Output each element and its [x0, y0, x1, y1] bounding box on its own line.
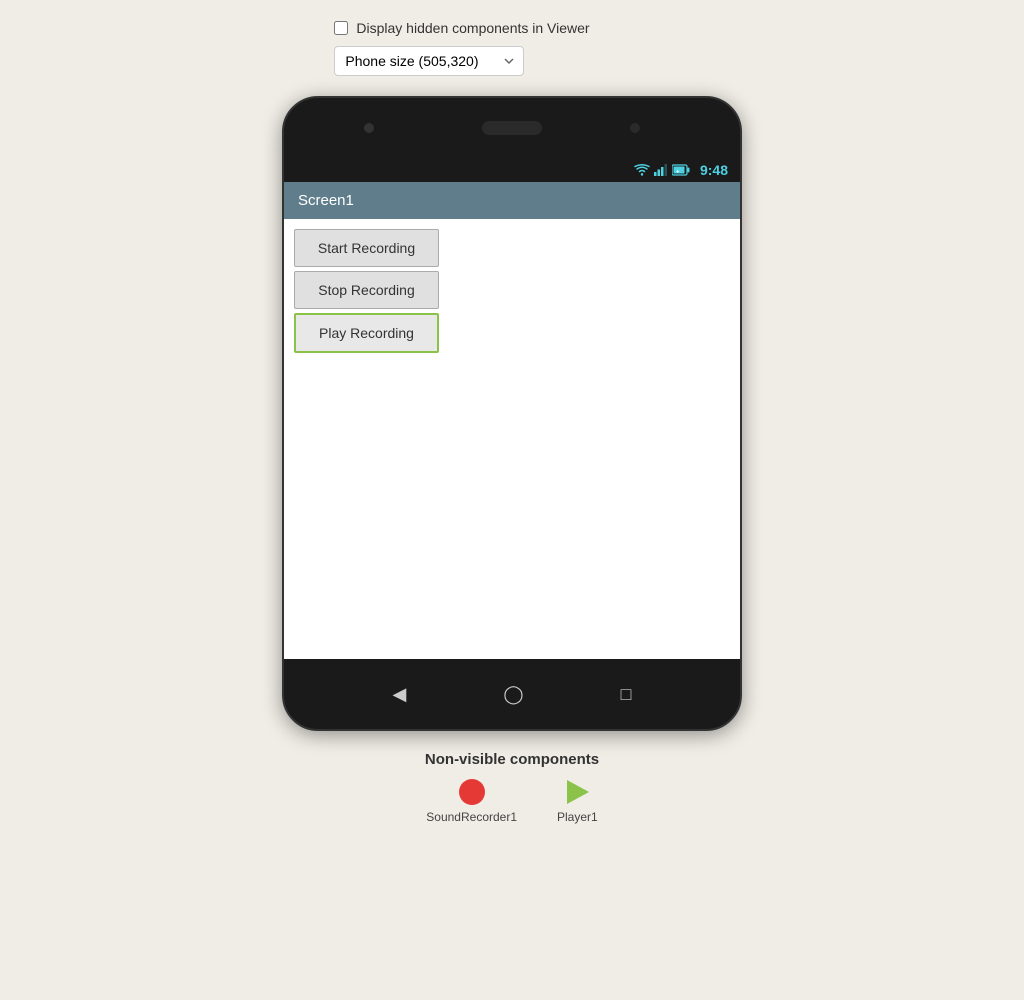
screen-title-bar: Screen1	[284, 182, 740, 219]
front-camera	[364, 123, 374, 133]
back-button[interactable]: ◀	[393, 684, 407, 705]
phone-frame: + 9:48 Screen1 Start Recording Stop Reco…	[282, 96, 742, 731]
phone-device: + 9:48 Screen1 Start Recording Stop Reco…	[282, 96, 742, 824]
status-icons: +	[634, 164, 690, 176]
stop-recording-button[interactable]: Stop Recording	[294, 271, 439, 309]
player-icon	[563, 778, 591, 806]
status-bar: + 9:48	[284, 158, 740, 182]
phone-screen: Start Recording Stop Recording Play Reco…	[284, 219, 740, 659]
non-visible-section: Non-visible components SoundRecorder1 Pl…	[425, 751, 599, 824]
start-recording-button[interactable]: Start Recording	[294, 229, 439, 267]
phone-size-select[interactable]: Phone size (505,320) Tablet size (1024,6…	[334, 46, 524, 76]
recents-button[interactable]: □	[621, 684, 632, 705]
phone-bottom-bar: ◀ ◯ □	[284, 659, 740, 729]
player-item[interactable]: Player1	[557, 778, 598, 824]
home-button[interactable]: ◯	[503, 684, 523, 705]
play-recording-button[interactable]: Play Recording	[294, 313, 439, 353]
screen-title: Screen1	[298, 192, 354, 209]
non-visible-label: Non-visible components	[425, 751, 599, 768]
svg-text:+: +	[676, 170, 680, 176]
display-hidden-label: Display hidden components in Viewer	[356, 20, 589, 36]
signal-icon	[654, 164, 668, 176]
phone-speaker	[482, 121, 542, 135]
phone-sensor	[630, 123, 640, 133]
phone-top-bar	[284, 98, 740, 158]
sound-recorder-icon	[458, 778, 486, 806]
display-hidden-checkbox[interactable]	[334, 21, 348, 35]
battery-icon: +	[672, 164, 690, 176]
player-label: Player1	[557, 810, 598, 824]
non-visible-items: SoundRecorder1 Player1	[426, 778, 597, 824]
sound-recorder-label: SoundRecorder1	[426, 810, 517, 824]
status-time: 9:48	[700, 162, 728, 178]
sound-recorder-item[interactable]: SoundRecorder1	[426, 778, 517, 824]
wifi-icon	[634, 164, 650, 176]
